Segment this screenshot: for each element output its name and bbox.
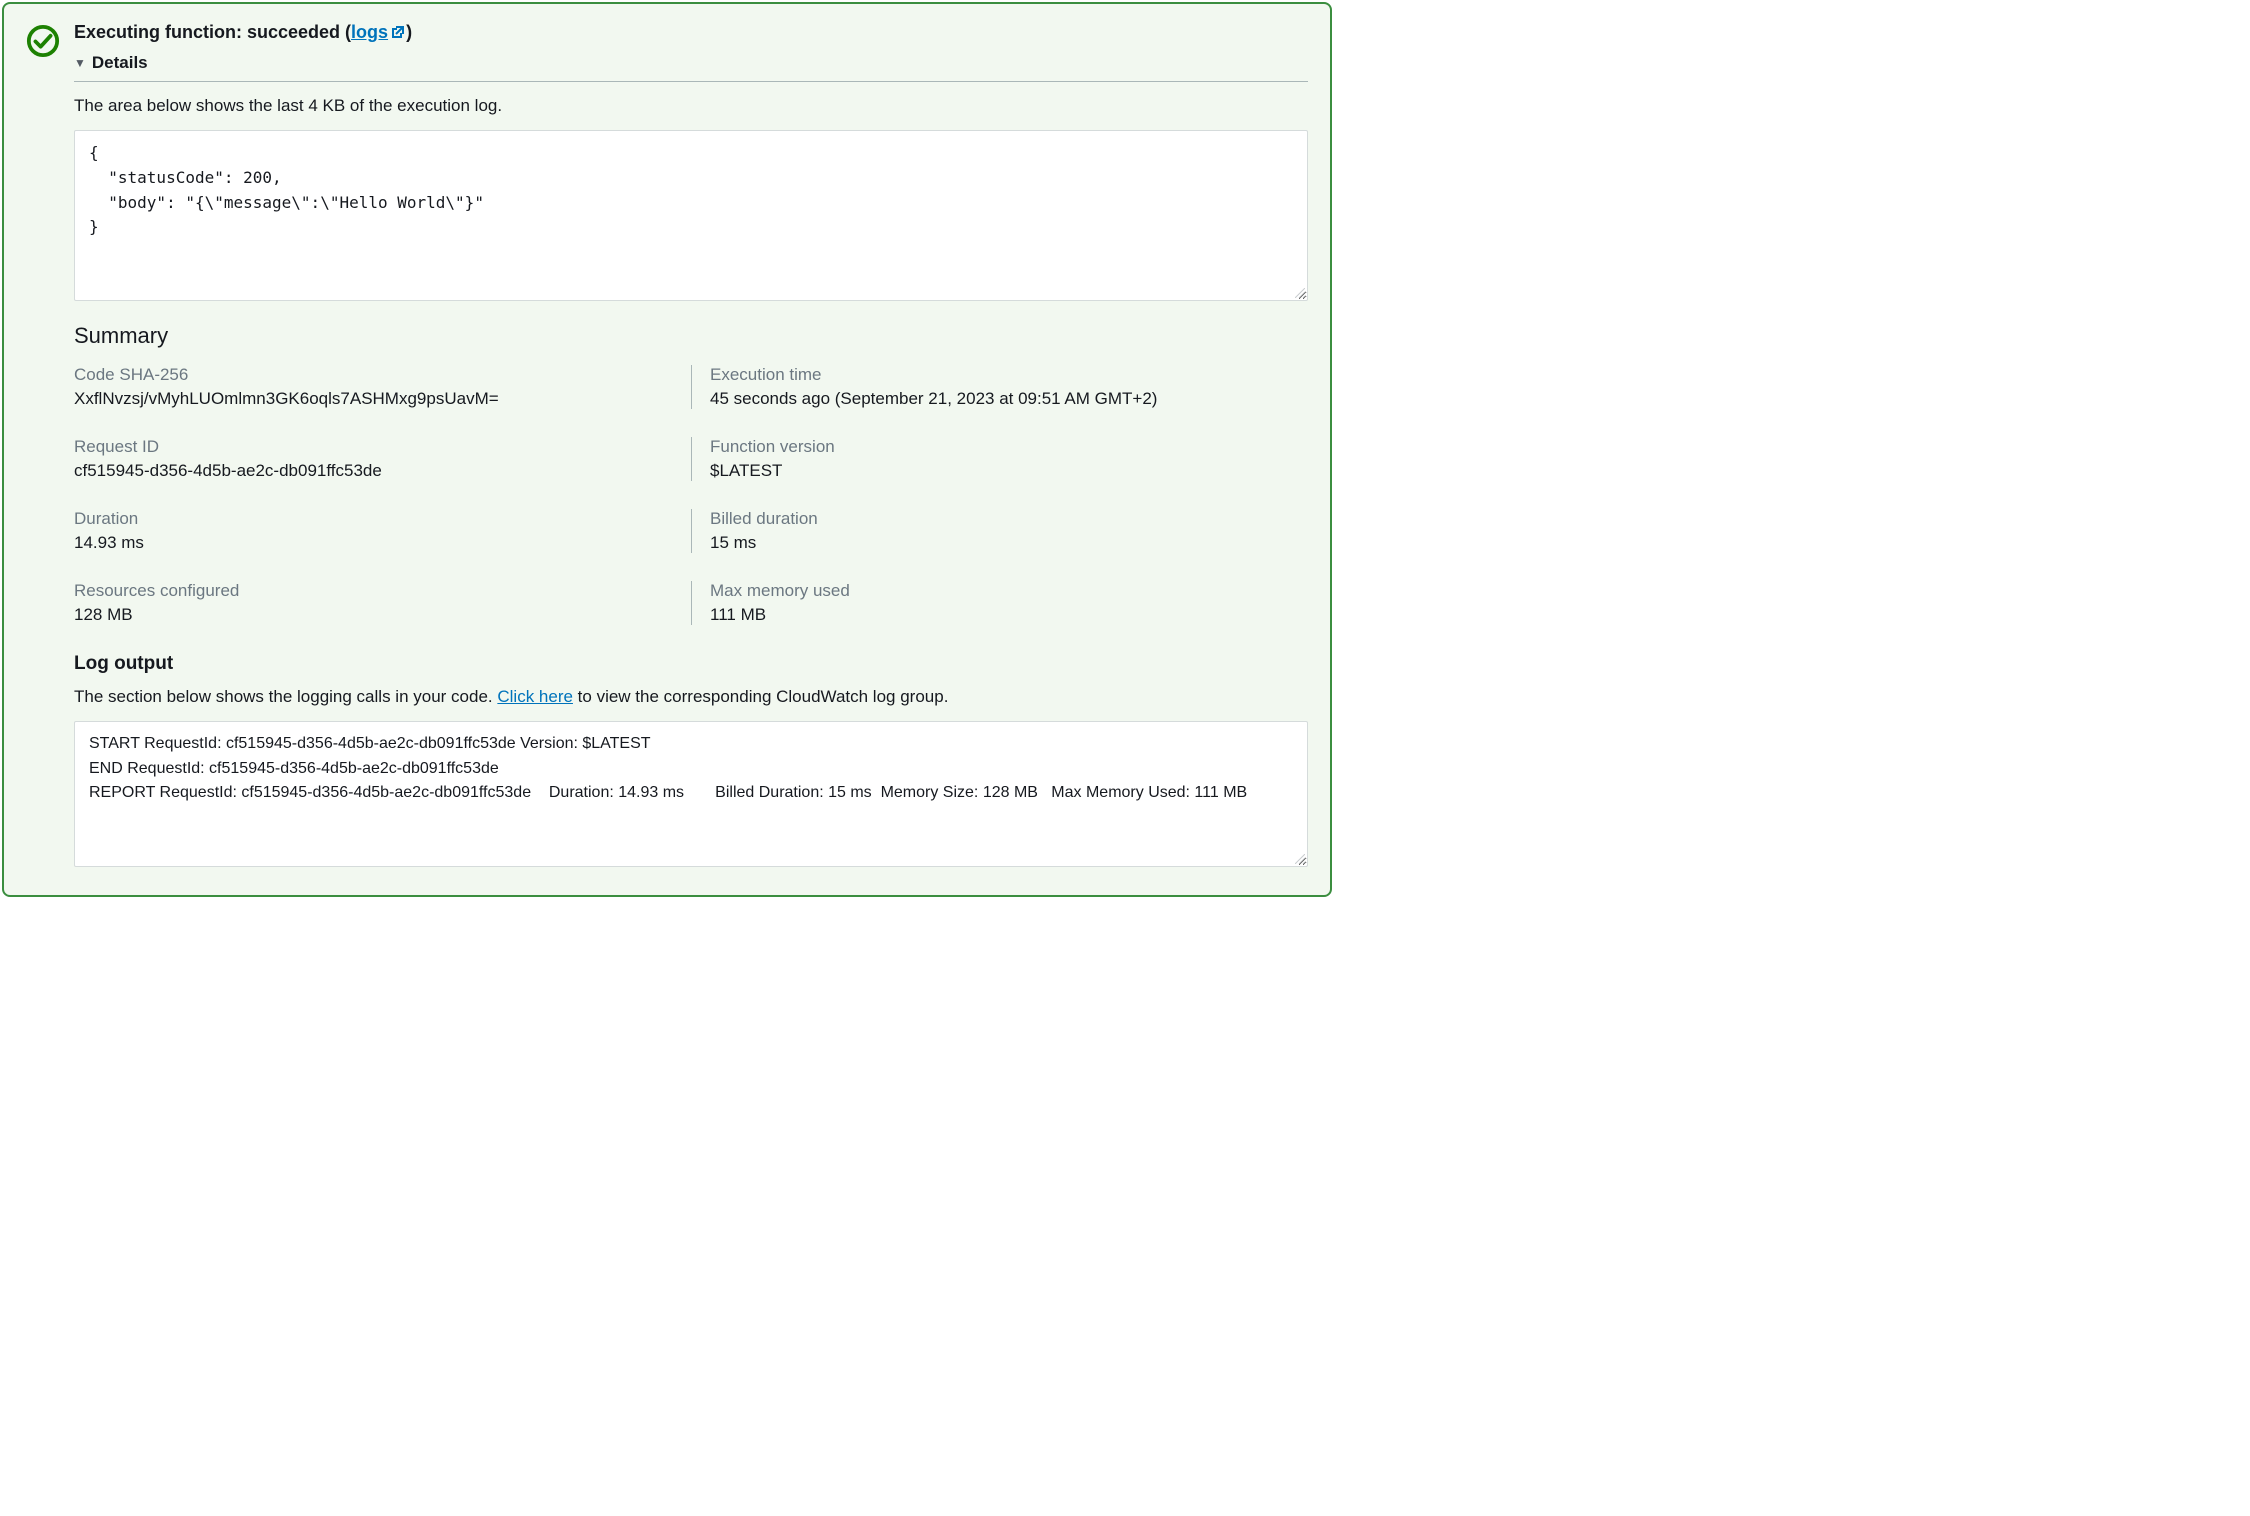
logs-link-text: logs bbox=[351, 22, 388, 42]
external-link-icon bbox=[390, 24, 406, 45]
response-body-text: { "statusCode": 200, "body": "{\"message… bbox=[89, 143, 484, 236]
log-output-heading: Log output bbox=[74, 653, 1308, 675]
summary-billed: Billed duration 15 ms bbox=[691, 509, 1308, 553]
logs-link[interactable]: logs bbox=[351, 22, 406, 42]
title-suffix: ) bbox=[406, 22, 412, 42]
details-label: Details bbox=[92, 53, 148, 73]
summary-request-id: Request ID cf515945-d356-4d5b-ae2c-db091… bbox=[74, 437, 691, 481]
field-value: 14.93 ms bbox=[74, 533, 667, 553]
chevron-down-icon: ▼ bbox=[74, 56, 86, 70]
response-body-box[interactable]: { "statusCode": 200, "body": "{\"message… bbox=[74, 130, 1308, 301]
summary-exec-time: Execution time 45 seconds ago (September… bbox=[691, 365, 1308, 409]
summary-duration: Duration 14.93 ms bbox=[74, 509, 691, 553]
execution-log-intro: The area below shows the last 4 KB of th… bbox=[74, 96, 1308, 116]
title-prefix: Executing function: succeeded ( bbox=[74, 22, 351, 42]
execution-status-title: Executing function: succeeded (logs) bbox=[74, 22, 1308, 45]
field-value: 45 seconds ago (September 21, 2023 at 09… bbox=[710, 389, 1308, 409]
log-output-text: START RequestId: cf515945-d356-4d5b-ae2c… bbox=[89, 735, 1247, 802]
cloudwatch-link[interactable]: Click here bbox=[497, 687, 573, 706]
divider bbox=[74, 81, 1308, 82]
field-label: Request ID bbox=[74, 437, 667, 457]
field-value: 128 MB bbox=[74, 605, 667, 625]
field-value: 15 ms bbox=[710, 533, 1308, 553]
log-intro-prefix: The section below shows the logging call… bbox=[74, 687, 497, 706]
summary-grid: Code SHA-256 XxflNvzsj/vMyhLUOmlmn3GK6oq… bbox=[74, 365, 1308, 631]
field-label: Duration bbox=[74, 509, 667, 529]
log-output-box[interactable]: START RequestId: cf515945-d356-4d5b-ae2c… bbox=[74, 721, 1308, 867]
field-label: Max memory used bbox=[710, 581, 1308, 601]
field-label: Execution time bbox=[710, 365, 1308, 385]
field-value: XxflNvzsj/vMyhLUOmlmn3GK6oqls7ASHMxg9psU… bbox=[74, 389, 667, 409]
field-value: cf515945-d356-4d5b-ae2c-db091ffc53de bbox=[74, 461, 667, 481]
summary-code-sha: Code SHA-256 XxflNvzsj/vMyhLUOmlmn3GK6oq… bbox=[74, 365, 691, 409]
summary-resources: Resources configured 128 MB bbox=[74, 581, 691, 625]
panel-header: Executing function: succeeded (logs) ▼ D… bbox=[26, 22, 1308, 867]
details-toggle[interactable]: ▼ Details bbox=[74, 53, 148, 73]
summary-heading: Summary bbox=[74, 323, 1308, 349]
log-intro-suffix: to view the corresponding CloudWatch log… bbox=[573, 687, 948, 706]
execution-result-panel: Executing function: succeeded (logs) ▼ D… bbox=[2, 2, 1332, 897]
summary-version: Function version $LATEST bbox=[691, 437, 1308, 481]
field-label: Code SHA-256 bbox=[74, 365, 667, 385]
field-label: Billed duration bbox=[710, 509, 1308, 529]
field-label: Resources configured bbox=[74, 581, 667, 601]
resize-handle-icon bbox=[1295, 854, 1305, 864]
log-intro: The section below shows the logging call… bbox=[74, 687, 1308, 707]
success-icon bbox=[26, 22, 60, 63]
field-value: $LATEST bbox=[710, 461, 1308, 481]
resize-handle-icon bbox=[1295, 288, 1305, 298]
summary-maxmem: Max memory used 111 MB bbox=[691, 581, 1308, 625]
field-value: 111 MB bbox=[710, 605, 1308, 625]
field-label: Function version bbox=[710, 437, 1308, 457]
